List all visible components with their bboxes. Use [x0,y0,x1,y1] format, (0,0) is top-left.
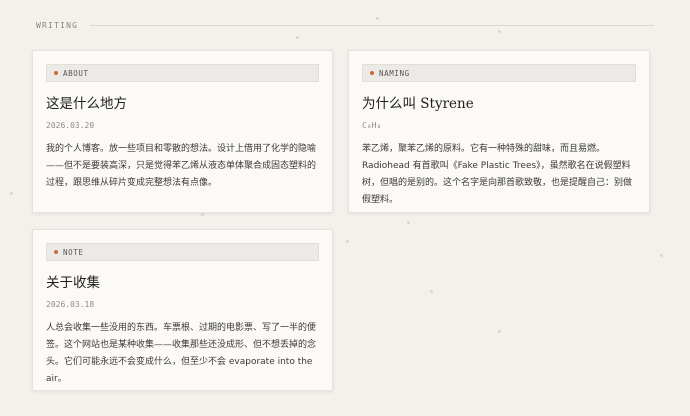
background-dot [201,213,204,216]
card-body: 我的个人博客。放一些项目和零散的想法。设计上借用了化学的隐喻——但不是要装高深，… [46,144,317,188]
tag-label: NOTE [63,247,84,257]
background-dot [498,330,501,333]
section-divider [90,24,654,26]
post-card-naming[interactable]: NAMING 为什么叫 Styrene C₈H₈ 苯乙烯，聚苯乙烯的原料。它有一… [348,50,650,213]
card-formula: C₈H₈ [362,121,382,130]
card-title[interactable]: 关于收集 [46,274,319,292]
background-dot [407,221,410,224]
card-date: 2026.03.18 [46,300,95,309]
card-title[interactable]: 为什么叫 Styrene [362,95,636,113]
tag-dot-icon [54,71,58,75]
card-body: 苯乙烯，聚苯乙烯的原料。它有一种特殊的甜味，而且易燃。Radiohead 有首歌… [362,144,633,205]
card-tag: ABOUT [46,64,319,82]
tag-dot-icon [54,250,58,254]
section-header: WRITING [36,18,654,32]
card-tag: NOTE [46,243,319,261]
card-tag: NAMING [362,64,636,82]
post-card-note[interactable]: NOTE 关于收集 2026.03.18 人总会收集一些没用的东西。车票根、过期… [32,229,333,391]
section-label: WRITING [36,20,79,30]
background-dot [430,290,433,293]
background-dot [346,240,349,243]
tag-label: NAMING [379,68,410,78]
card-body: 人总会收集一些没用的东西。车票根、过期的电影票、写了一半的便签。这个网站也是某种… [46,323,317,384]
card-title[interactable]: 这是什么地方 [46,95,319,113]
background-dot [10,192,13,195]
card-date: 2026.03.20 [46,121,95,130]
tag-label: ABOUT [63,68,89,78]
background-dot [296,36,299,39]
post-card-about[interactable]: ABOUT 这是什么地方 2026.03.20 我的个人博客。放一些项目和零散的… [32,50,333,213]
background-dot [376,17,379,20]
background-dot [498,30,501,33]
tag-dot-icon [370,71,374,75]
background-dot [660,254,663,257]
